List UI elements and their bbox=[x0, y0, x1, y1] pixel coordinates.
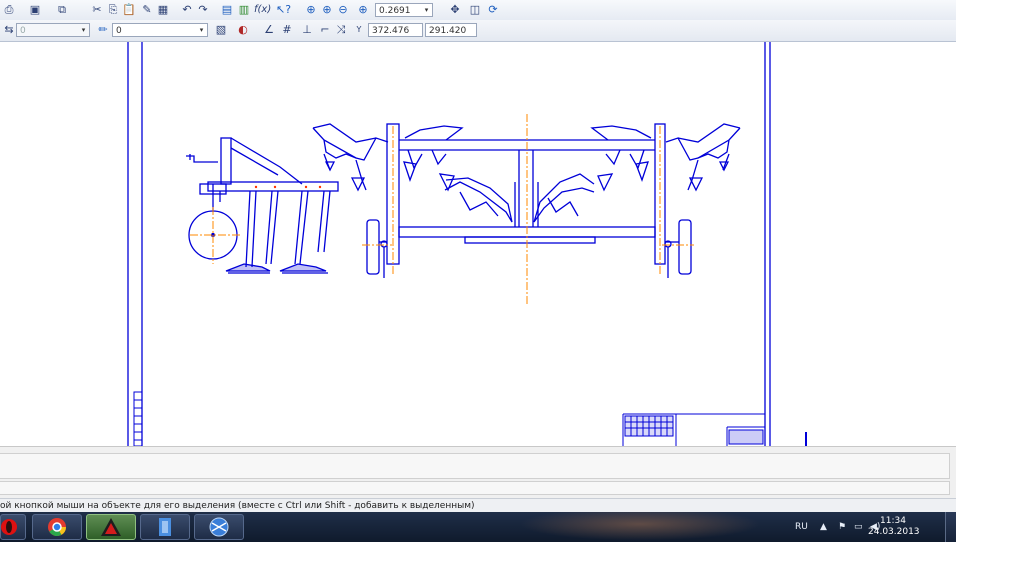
coordinate-label: Y bbox=[356, 25, 362, 34]
print-icon[interactable]: ⎙ bbox=[2, 3, 16, 17]
standard-toolbar: ⎙ ▣ ⧉ ✂ ⎘ 📋 ✎ ▦ ↶ ↷ ▤ ▥ f(x) ↖? ⊕ ⊕ ⊖ ⊕ … bbox=[0, 0, 956, 21]
coordinate-x-field[interactable]: 372.476 bbox=[368, 23, 423, 37]
network-status-icon[interactable]: ▭ bbox=[854, 512, 863, 542]
layer-value: 0 bbox=[20, 26, 26, 36]
network-icon bbox=[209, 517, 229, 537]
command-input[interactable] bbox=[0, 453, 950, 479]
layer-state-icon[interactable]: ⇆ bbox=[2, 23, 16, 37]
copy-format-icon[interactable]: ⧉ bbox=[55, 3, 69, 17]
chevron-down-icon[interactable]: ▾ bbox=[422, 5, 431, 15]
command-parameters[interactable] bbox=[0, 481, 950, 495]
image-icon[interactable]: ▧ bbox=[214, 23, 228, 37]
snap-magnet-icon[interactable]: ◐ bbox=[236, 23, 250, 37]
local-cs-icon[interactable]: ⊥ bbox=[300, 23, 314, 37]
kompas-app[interactable] bbox=[86, 514, 136, 540]
technical-drawing bbox=[127, 42, 807, 447]
side-view-plough bbox=[186, 137, 339, 274]
print-preview-icon[interactable]: ▣ bbox=[28, 3, 42, 17]
kompas-icon bbox=[101, 518, 121, 536]
coordinate-x-value: 372.476 bbox=[372, 26, 410, 36]
fx-icon[interactable]: f(x) bbox=[254, 3, 271, 17]
calculator-icon[interactable]: ▤ bbox=[220, 3, 234, 17]
language-indicator[interactable]: RU bbox=[795, 512, 808, 542]
language-label: RU bbox=[795, 522, 808, 532]
zoom-scale-icon[interactable]: ⊕ bbox=[356, 3, 370, 17]
status-message: ой кнопкой мыши на объекте для его выдел… bbox=[0, 501, 475, 511]
chrome-icon bbox=[48, 518, 66, 537]
marker-points bbox=[254, 185, 322, 189]
system-clock[interactable]: 11:34 24.03.2013 bbox=[868, 516, 920, 538]
zoom-in-icon[interactable]: ⊕ bbox=[320, 3, 334, 17]
pan-icon[interactable]: ✥ bbox=[448, 3, 462, 17]
line-style-icon[interactable]: ✏ bbox=[96, 23, 110, 37]
chevron-down-icon[interactable]: ▾ bbox=[197, 25, 206, 35]
clock-date: 24.03.2013 bbox=[868, 527, 920, 537]
snap-settings-icon[interactable]: ⤨ bbox=[334, 23, 348, 37]
coordinate-y-value: 291.420 bbox=[429, 26, 467, 36]
action-center-icon[interactable]: ⚑ bbox=[838, 512, 846, 542]
layer-select[interactable]: 0 ▾ bbox=[16, 23, 90, 37]
opera-app[interactable] bbox=[0, 514, 26, 540]
drawing-canvas[interactable] bbox=[0, 42, 956, 447]
coordinate-icon: Y bbox=[352, 23, 366, 37]
angle-icon[interactable]: ∠ bbox=[262, 23, 276, 37]
opera-icon bbox=[1, 519, 17, 535]
tray-expand-icon[interactable]: ▲ bbox=[820, 512, 827, 542]
zoom-window-icon[interactable]: ⊕ bbox=[304, 3, 318, 17]
undo-icon[interactable]: ↶ bbox=[180, 3, 194, 17]
properties-toolbar: ⇆ 0 ▾ ✏ 0 ▾ ▧ ◐ ∠ # ⊥ ⌐ ⤨ Y 372.476 291.… bbox=[0, 20, 956, 42]
help-pointer-icon[interactable]: ↖? bbox=[276, 3, 291, 17]
zoom-out-icon[interactable]: ⊖ bbox=[336, 3, 350, 17]
copy-icon[interactable]: ⎘ bbox=[106, 3, 120, 17]
redo-icon[interactable]: ↷ bbox=[196, 3, 210, 17]
style-value: 0 bbox=[116, 26, 122, 36]
zoom-value: 0.2691 bbox=[379, 6, 411, 16]
clock-time: 11:34 bbox=[880, 516, 906, 526]
document-icon bbox=[159, 518, 171, 536]
title-block bbox=[622, 413, 765, 446]
status-bar: ой кнопкой мыши на объекте для его выдел… bbox=[0, 498, 956, 513]
layers-icon[interactable]: ◫ bbox=[468, 3, 482, 17]
command-panel bbox=[0, 446, 956, 499]
application-window: ⎙ ▣ ⧉ ✂ ⎘ 📋 ✎ ▦ ↶ ↷ ▤ ▥ f(x) ↖? ⊕ ⊕ ⊖ ⊕ … bbox=[0, 0, 956, 542]
show-desktop-button[interactable] bbox=[945, 512, 956, 542]
brush-icon[interactable]: ✎ bbox=[140, 3, 154, 17]
chrome-app[interactable] bbox=[32, 514, 82, 540]
file-app[interactable] bbox=[140, 514, 190, 540]
network-app[interactable] bbox=[194, 514, 244, 540]
paste-icon[interactable]: 📋 bbox=[122, 3, 136, 17]
ortho-icon[interactable]: ⌐ bbox=[318, 23, 332, 37]
windows-taskbar: RU ▲ ⚑ ▭ ◀) 11:34 24.03.2013 bbox=[0, 512, 956, 542]
grid-icon[interactable]: # bbox=[280, 23, 294, 37]
left-stamp bbox=[133, 391, 143, 447]
refresh-icon[interactable]: ⟳ bbox=[486, 3, 500, 17]
center-axes bbox=[190, 114, 694, 304]
chevron-down-icon[interactable]: ▾ bbox=[79, 25, 88, 35]
table-icon[interactable]: ▦ bbox=[156, 3, 170, 17]
variables-icon[interactable]: ▥ bbox=[237, 3, 251, 17]
coordinate-y-field[interactable]: 291.420 bbox=[425, 23, 477, 37]
zoom-input[interactable]: 0.2691 ▾ bbox=[375, 3, 433, 17]
style-select[interactable]: 0 ▾ bbox=[112, 23, 208, 37]
cut-icon[interactable]: ✂ bbox=[90, 3, 104, 17]
taskbar-bg-glow bbox=[510, 512, 770, 542]
